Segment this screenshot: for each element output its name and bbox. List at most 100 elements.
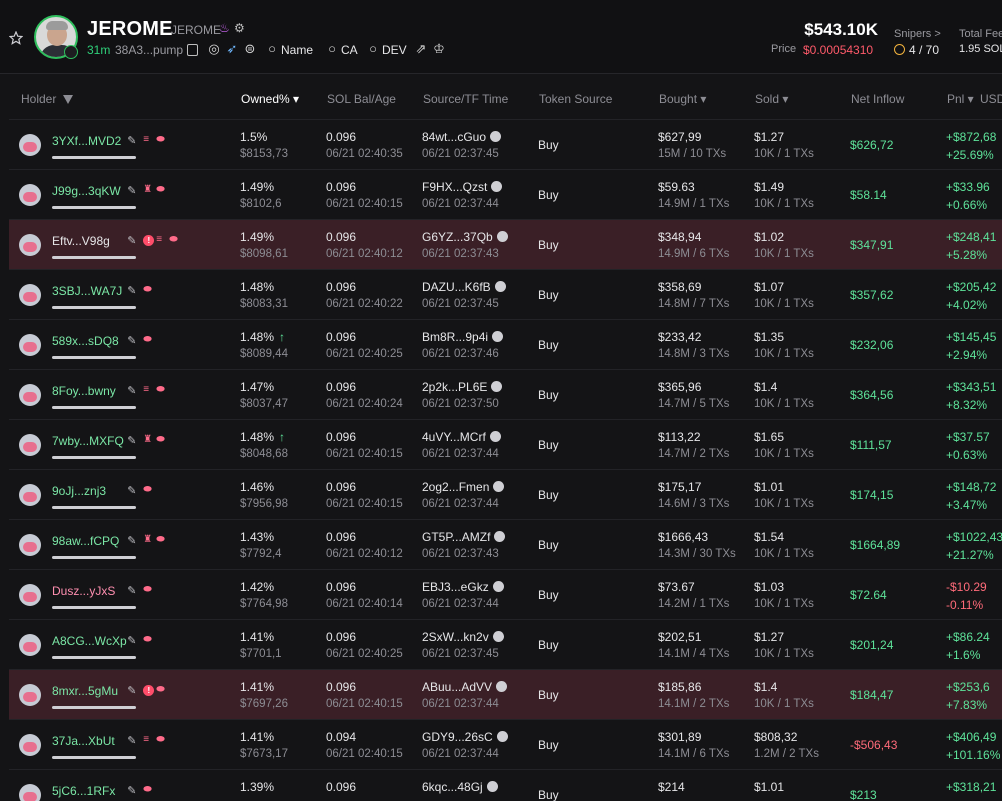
- shirt-icon: ♜: [143, 534, 153, 545]
- col-net-inflow[interactable]: Net Inflow: [851, 92, 904, 106]
- holder-address[interactable]: A8CG...WcXp: [52, 634, 127, 648]
- holder-address[interactable]: 8Foy...bwny: [52, 384, 116, 398]
- search-dev-icon[interactable]: ○: [366, 42, 380, 56]
- edit-icon[interactable]: ✎: [127, 536, 137, 547]
- table-row[interactable]: Dusz...yJxS ✎ ⬬ 1.42% $7764,98 0.096 06/…: [9, 569, 1002, 619]
- edit-icon[interactable]: ✎: [127, 686, 137, 697]
- star-icon[interactable]: [9, 31, 23, 45]
- table-row[interactable]: 3SBJ...WA7J ✎ ⬬ 1.48% $8083,31 0.096 06/…: [9, 269, 1002, 319]
- filter-icon[interactable]: [62, 95, 73, 104]
- source-address[interactable]: ABuu...AdVV: [422, 680, 508, 694]
- telegram-icon[interactable]: ➶: [225, 42, 239, 56]
- coin-icon[interactable]: ⊜: [243, 42, 257, 56]
- bought-detail: 14.9M / 1 TXs: [658, 198, 730, 210]
- source-address[interactable]: DAZU...K6fB: [422, 280, 506, 294]
- net-inflow: $357,62: [850, 288, 894, 302]
- holder-address[interactable]: Eftv...V98g: [52, 234, 110, 248]
- edit-icon[interactable]: ✎: [127, 436, 137, 447]
- source-address[interactable]: 2SxW...kn2v: [422, 630, 504, 644]
- sold-detail: 10K / 1 TXs: [754, 548, 814, 560]
- holder-address[interactable]: 98aw...fCPQ: [52, 534, 119, 548]
- edit-icon[interactable]: ✎: [127, 236, 137, 247]
- source-address[interactable]: 84wt...cGuo: [422, 130, 502, 144]
- edit-icon[interactable]: ✎: [127, 786, 137, 797]
- holder-address[interactable]: 37Ja...XbUt: [52, 734, 115, 748]
- table-row[interactable]: 8Foy...bwny ✎ ≡ ⬬ 1.47% $8037,47 0.096 06…: [9, 369, 1002, 419]
- sol-age: 06/21 02:40:14: [326, 598, 403, 610]
- source-address[interactable]: G6YZ...37Qb: [422, 230, 508, 244]
- search-name-link[interactable]: Name: [281, 43, 313, 57]
- source-time: 06/21 02:37:45: [422, 298, 499, 310]
- edit-icon[interactable]: ✎: [127, 586, 137, 597]
- holder-address[interactable]: 3SBJ...WA7J: [52, 284, 122, 298]
- table-row[interactable]: 5jC6...1RFx ✎ ⬬ 1.39% 0.096 6kqc...48Gj …: [9, 769, 1002, 801]
- external-link-icon[interactable]: ⇗: [414, 42, 428, 56]
- table-row[interactable]: 37Ja...XbUt ✎ ≡ ⬬ 1.41% $7673,17 0.094 06…: [9, 719, 1002, 769]
- holder-address[interactable]: 5jC6...1RFx: [52, 784, 115, 798]
- sol-age: 06/21 02:40:24: [326, 398, 403, 410]
- search-dev-link[interactable]: DEV: [382, 43, 407, 57]
- edit-icon[interactable]: ✎: [127, 336, 137, 347]
- owned-usd: $7701,1: [240, 648, 282, 660]
- token-source: Buy: [538, 788, 559, 801]
- table-row[interactable]: Eftv...V98g ✎ ! ≡ ⬬ 1.49% $8098,61 0.096 0…: [9, 219, 1002, 269]
- token-source: Buy: [538, 638, 559, 652]
- source-address[interactable]: EBJ3...eGkz: [422, 580, 504, 594]
- source-address[interactable]: GDY9...26sC: [422, 730, 508, 744]
- edit-icon[interactable]: ✎: [127, 636, 137, 647]
- col-source[interactable]: Source/TF Time: [423, 92, 508, 106]
- sol-balance: 0.096: [326, 780, 357, 794]
- source-address[interactable]: 2p2k...PL6E: [422, 380, 503, 394]
- token-source: Buy: [538, 288, 559, 302]
- table-row[interactable]: J99g...3qKW ✎ ♜ ⬬ 1.49% $8102,6 0.096 06/…: [9, 169, 1002, 219]
- snipers-label[interactable]: Snipers >: [894, 28, 941, 40]
- edit-icon[interactable]: ✎: [127, 286, 137, 297]
- bought-detail: 14.3M / 30 TXs: [658, 548, 736, 560]
- source-address[interactable]: 6kqc...48Gj: [422, 780, 498, 794]
- holder-address[interactable]: 9oJj...znj3: [52, 484, 106, 498]
- market-cap: $543.10K: [804, 20, 878, 39]
- edit-icon[interactable]: ✎: [127, 486, 137, 497]
- col-owned[interactable]: Owned% ▾: [241, 92, 299, 106]
- copy-icon[interactable]: [187, 44, 198, 56]
- col-bought[interactable]: Bought ▾: [659, 92, 706, 106]
- table-row[interactable]: 8mxr...5gMu ✎ ! ⬬ 1.41% $7697,26 0.096 06…: [9, 669, 1002, 719]
- edit-icon[interactable]: ✎: [127, 386, 137, 397]
- holder-share-bar: [52, 506, 136, 509]
- col-pnl[interactable]: Pnl ▾: [947, 92, 974, 106]
- table-row[interactable]: A8CG...WcXp ✎ ⬬ 1.41% $7701,1 0.096 06/2…: [9, 619, 1002, 669]
- crown-icon[interactable]: ♔: [432, 42, 446, 56]
- table-row[interactable]: 9oJj...znj3 ✎ ⬬ 1.46% $7956,98 0.096 06/…: [9, 469, 1002, 519]
- col-usd[interactable]: USD: [980, 92, 1002, 106]
- col-sol-bal[interactable]: SOL Bal/Age: [327, 92, 396, 106]
- holder-address[interactable]: 3YXf...MVD2: [52, 134, 121, 148]
- search-ca-link[interactable]: CA: [341, 43, 358, 57]
- table-row[interactable]: 98aw...fCPQ ✎ ♜ ⬬ 1.43% $7792,4 0.096 06/…: [9, 519, 1002, 569]
- edit-icon[interactable]: ✎: [127, 736, 137, 747]
- source-address[interactable]: 2og2...Fmen: [422, 480, 505, 494]
- col-sold[interactable]: Sold ▾: [755, 92, 788, 106]
- sol-balance: 0.096: [326, 680, 357, 694]
- holder-address[interactable]: 589x...sDQ8: [52, 334, 119, 348]
- owned-usd: $7792,4: [240, 548, 282, 560]
- search-ca-icon[interactable]: ○: [325, 42, 339, 56]
- source-time: 06/21 02:37:44: [422, 498, 499, 510]
- table-row[interactable]: 3YXf...MVD2 ✎ ≡ ⬬ 1.5% $8153,73 0.096 06/…: [9, 119, 1002, 169]
- col-holder[interactable]: Holder: [21, 92, 73, 106]
- table-row[interactable]: 589x...sDQ8 ✎ ⬬ 1.48% ↑ $8089,44 0.096 06…: [9, 319, 1002, 369]
- holder-address[interactable]: J99g...3qKW: [52, 184, 121, 198]
- edit-icon[interactable]: ✎: [127, 186, 137, 197]
- edit-icon[interactable]: ✎: [127, 136, 137, 147]
- source-address[interactable]: GT5P...AMZf: [422, 530, 506, 544]
- table-row[interactable]: 7wby...MXFQ ✎ ♜ ⬬ 1.48% ↑ $8048,68 0.096 0…: [9, 419, 1002, 469]
- search-name-icon[interactable]: ○: [265, 42, 279, 56]
- holder-address[interactable]: 8mxr...5gMu: [52, 684, 118, 698]
- bought-detail: 14.8M / 7 TXs: [658, 298, 730, 310]
- source-address[interactable]: 4uVY...MCrf: [422, 430, 501, 444]
- source-address[interactable]: F9HX...Qzst: [422, 180, 503, 194]
- holder-address[interactable]: Dusz...yJxS: [52, 584, 115, 598]
- source-address[interactable]: Bm8R...9p4i: [422, 330, 504, 344]
- col-token-source[interactable]: Token Source: [539, 92, 612, 106]
- holder-address[interactable]: 7wby...MXFQ: [52, 434, 124, 448]
- globe-icon[interactable]: ◎: [207, 42, 221, 56]
